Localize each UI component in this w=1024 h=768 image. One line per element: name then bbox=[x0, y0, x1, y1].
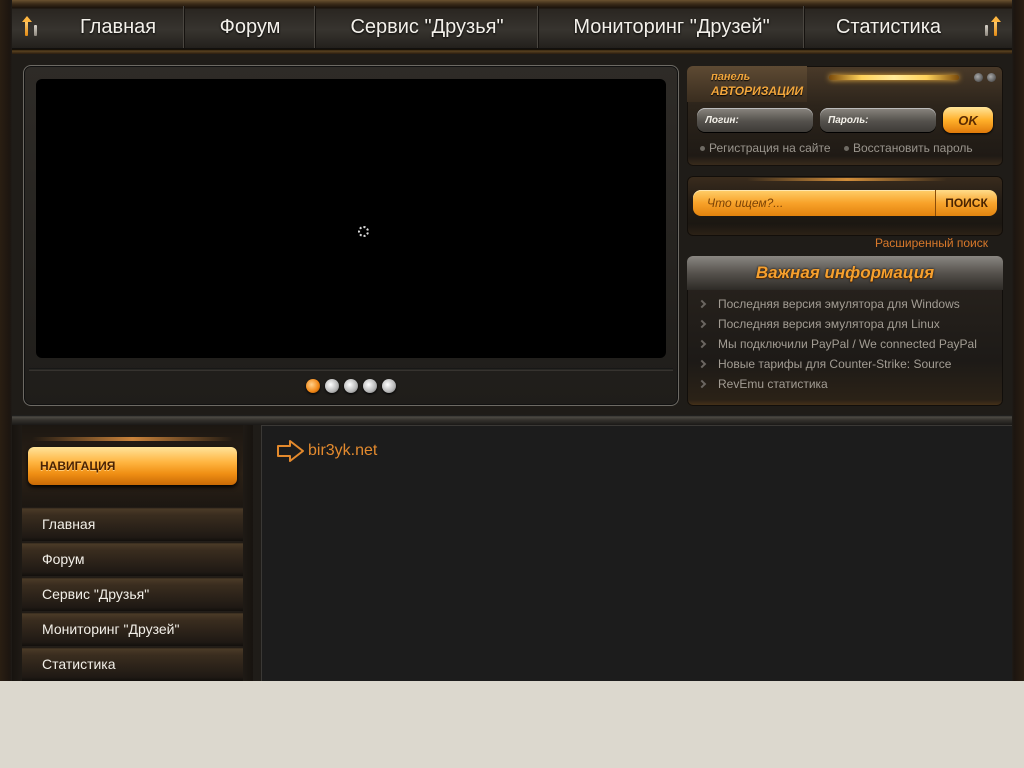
breadcrumb: bir3yk.net bbox=[276, 438, 377, 464]
info-list-item[interactable]: Мы подключили PayPal / We connected PayP… bbox=[687, 334, 1003, 354]
panel-close-icon bbox=[987, 73, 996, 82]
search-button[interactable]: ПОИСК bbox=[935, 190, 997, 216]
slider-dot-3[interactable] bbox=[344, 379, 358, 393]
important-info-title: Важная информация bbox=[755, 263, 935, 282]
chevron-right-icon bbox=[697, 359, 707, 369]
sidebar-item-friends-service[interactable]: Сервис "Друзья" bbox=[22, 577, 243, 611]
sidebar: НАВИГАЦИЯ Главная Форум Сервис "Друзья" … bbox=[12, 425, 253, 681]
sidebar-item-home[interactable]: Главная bbox=[22, 507, 243, 541]
chevron-right-icon bbox=[697, 299, 707, 309]
slider-dot-1[interactable] bbox=[306, 379, 320, 393]
search-panel-glow bbox=[747, 178, 947, 181]
login-panel: панель АВТОРИЗАЦИИ OK Регистрация на сай… bbox=[687, 66, 1003, 166]
login-panel-title-line2: АВТОРИЗАЦИИ bbox=[711, 84, 804, 98]
slider-dot-2[interactable] bbox=[325, 379, 339, 393]
important-info-list: Последняя версия эмулятора для Windows П… bbox=[687, 294, 1003, 394]
top-navigation-bar: Главная Форум Сервис "Друзья" Мониторинг… bbox=[12, 0, 1012, 54]
important-info-header: Важная информация bbox=[687, 256, 1003, 290]
register-link[interactable]: Регистрация на сайте bbox=[700, 141, 831, 155]
arrow-right-icon bbox=[276, 438, 306, 464]
top-menu-item-home[interactable]: Главная bbox=[52, 6, 185, 48]
section-divider bbox=[12, 415, 1012, 425]
main-content: bir3yk.net bbox=[261, 425, 1012, 681]
slider-dot-4[interactable] bbox=[363, 379, 377, 393]
info-list-item[interactable]: Последняя версия эмулятора для Linux bbox=[687, 314, 1003, 334]
top-menu-item-friends-monitoring[interactable]: Мониторинг "Друзей" bbox=[539, 6, 805, 48]
info-item-label: Новые тарифы для Counter-Strike: Source bbox=[718, 357, 952, 371]
login-input[interactable] bbox=[697, 108, 813, 132]
breadcrumb-link[interactable]: bir3yk.net bbox=[308, 442, 377, 460]
slider-divider bbox=[29, 368, 673, 371]
top-menu-item-forum[interactable]: Форум bbox=[185, 6, 316, 48]
info-list-item[interactable]: RevEmu статистика bbox=[687, 374, 1003, 394]
slider-dot-5[interactable] bbox=[382, 379, 396, 393]
password-input[interactable] bbox=[820, 108, 936, 132]
sidebar-item-friends-monitoring[interactable]: Мониторинг "Друзей" bbox=[22, 612, 243, 646]
chevron-right-icon bbox=[697, 379, 707, 389]
sidebar-heading: НАВИГАЦИЯ bbox=[28, 447, 237, 485]
slider-viewport[interactable] bbox=[36, 79, 666, 358]
login-field[interactable] bbox=[697, 108, 813, 132]
image-slider bbox=[23, 65, 679, 406]
chevron-right-icon bbox=[697, 339, 707, 349]
info-item-label: RevEmu статистика bbox=[718, 377, 828, 391]
restore-password-link-label: Восстановить пароль bbox=[853, 141, 973, 155]
info-list-item[interactable]: Последняя версия эмулятора для Windows bbox=[687, 294, 1003, 314]
restore-password-link[interactable]: Восстановить пароль bbox=[844, 141, 973, 155]
search-input[interactable] bbox=[693, 190, 935, 216]
info-item-label: Последняя версия эмулятора для Linux bbox=[718, 317, 940, 331]
sidebar-item-statistics[interactable]: Статистика bbox=[22, 647, 243, 681]
register-link-label: Регистрация на сайте bbox=[709, 141, 831, 155]
left-arrow-ornament bbox=[12, 6, 52, 48]
bullet-icon bbox=[844, 145, 849, 151]
top-menu-item-friends-service[interactable]: Сервис "Друзья" bbox=[316, 6, 539, 48]
up-arrow-icon bbox=[981, 16, 1003, 38]
chevron-right-icon bbox=[697, 319, 707, 329]
panel-minimize-icon bbox=[974, 73, 983, 82]
loading-spinner-icon bbox=[358, 226, 369, 237]
login-panel-title-line1: панель bbox=[711, 71, 751, 83]
login-panel-title-tab: панель АВТОРИЗАЦИИ bbox=[687, 66, 807, 102]
sidebar-header: НАВИГАЦИЯ bbox=[22, 425, 243, 507]
login-ok-button[interactable]: OK bbox=[943, 107, 993, 133]
search-panel: ПОИСК bbox=[687, 176, 1003, 236]
important-info-panel: Важная информация Последняя версия эмуля… bbox=[687, 256, 1003, 406]
up-arrow-icon bbox=[21, 16, 43, 38]
info-list-item[interactable]: Новые тарифы для Counter-Strike: Source bbox=[687, 354, 1003, 374]
sidebar-item-forum[interactable]: Форум bbox=[22, 542, 243, 576]
right-arrow-ornament bbox=[972, 6, 1012, 48]
bullet-icon bbox=[700, 145, 705, 151]
password-field[interactable] bbox=[820, 108, 936, 132]
info-item-label: Последняя версия эмулятора для Windows bbox=[718, 297, 960, 311]
advanced-search-link[interactable]: Расширенный поиск bbox=[875, 236, 988, 250]
panel-glow-bar bbox=[829, 75, 959, 80]
top-menu-item-statistics[interactable]: Статистика bbox=[805, 6, 972, 48]
site-wrapper: Главная Форум Сервис "Друзья" Мониторинг… bbox=[0, 0, 1024, 681]
info-item-label: Мы подключили PayPal / We connected PayP… bbox=[718, 337, 977, 351]
search-box[interactable] bbox=[693, 190, 935, 216]
slider-pagination bbox=[24, 379, 678, 393]
sidebar-header-glow bbox=[32, 437, 233, 441]
